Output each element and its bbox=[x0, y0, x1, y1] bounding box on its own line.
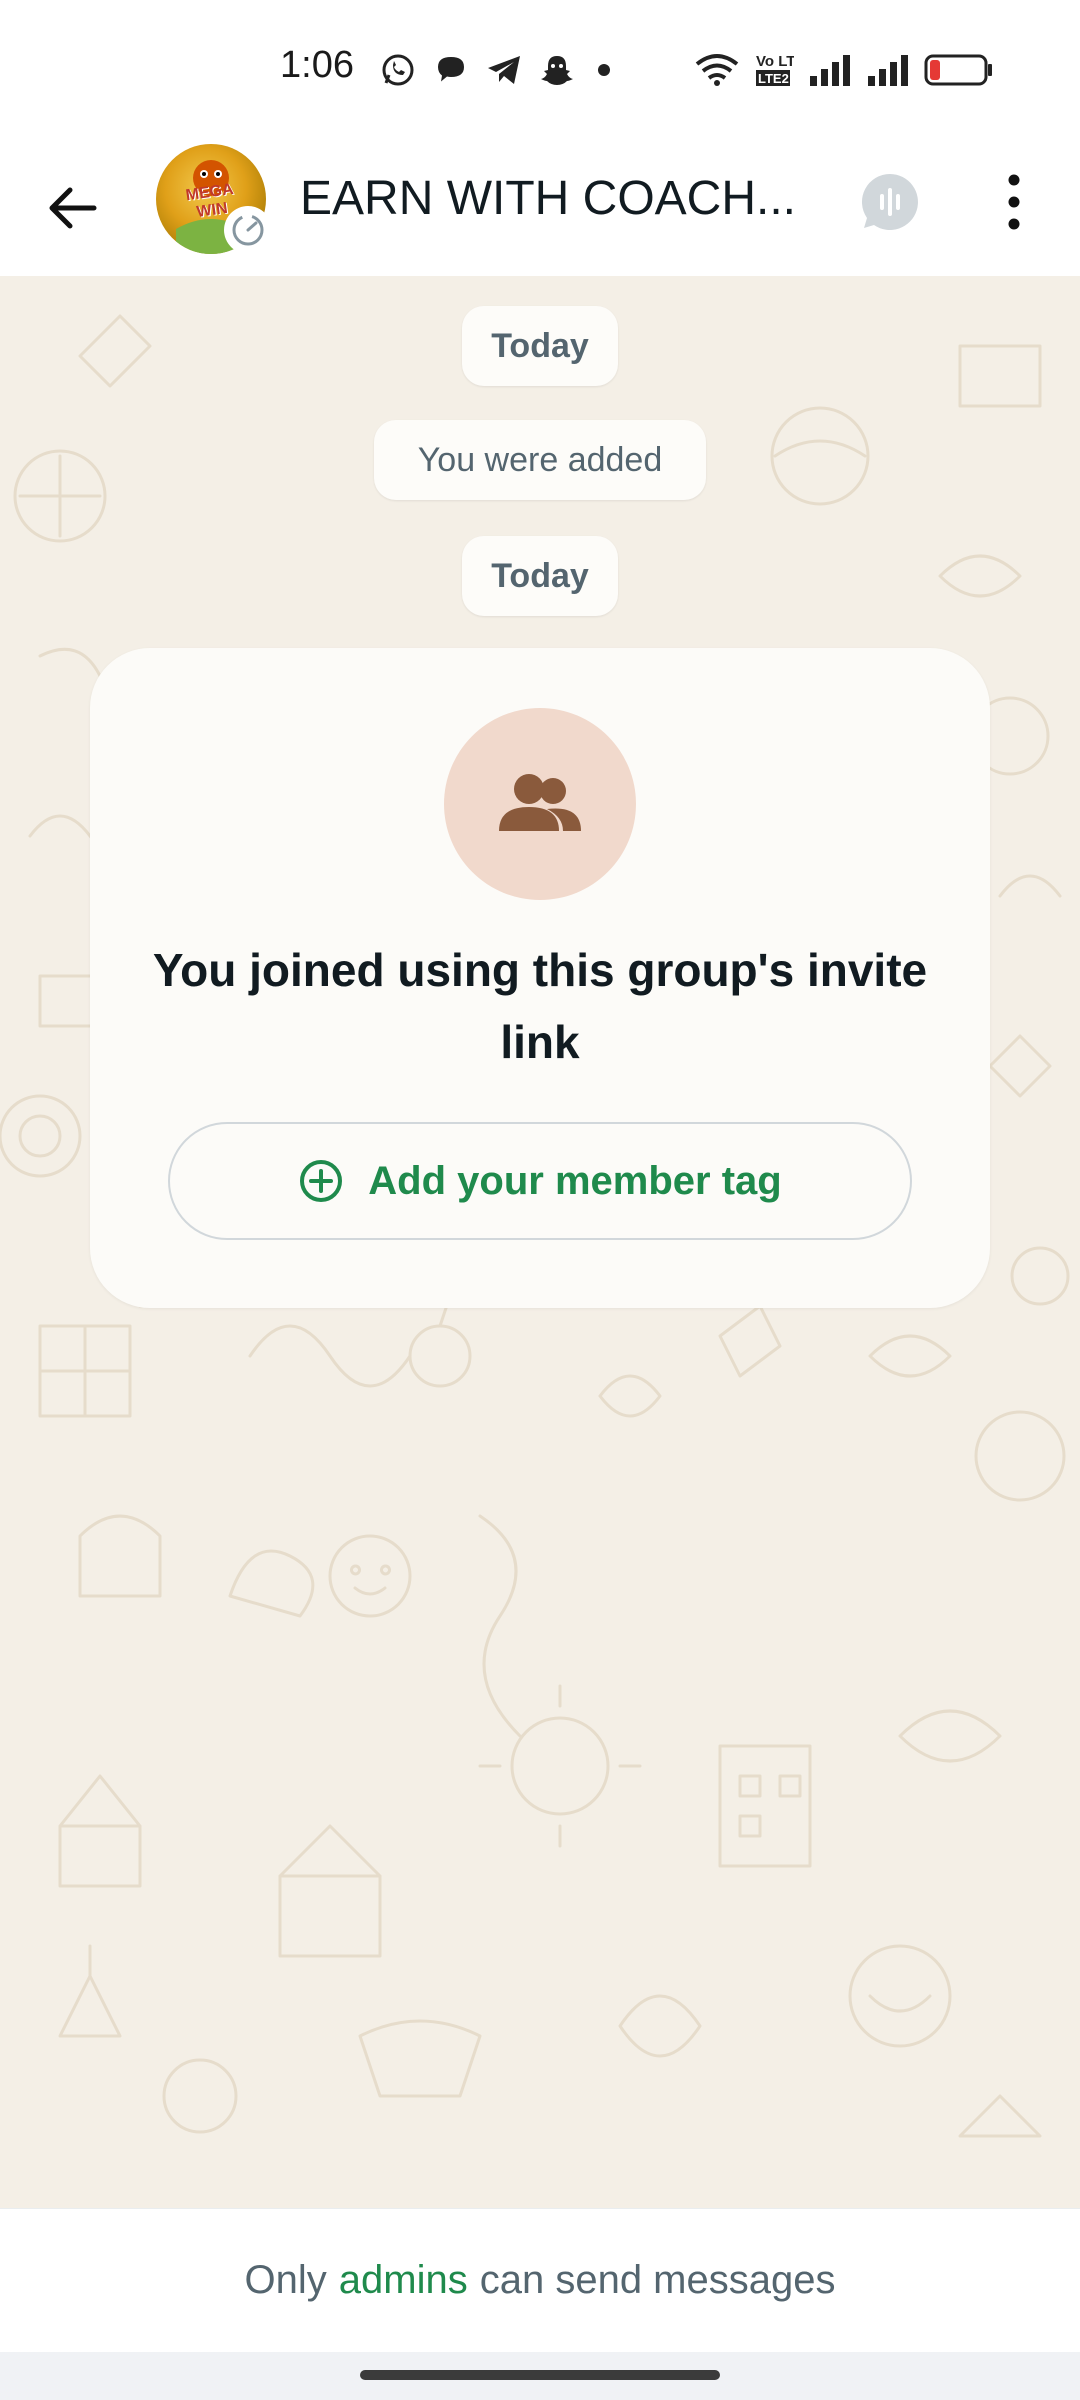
notice-suffix: can send messages bbox=[479, 2258, 836, 2302]
home-indicator[interactable] bbox=[360, 2370, 720, 2380]
invite-link-card: You joined using this group's invite lin… bbox=[90, 648, 990, 1308]
disappearing-timer-icon bbox=[232, 214, 264, 246]
more-options-button[interactable] bbox=[974, 162, 1054, 242]
telegram-icon bbox=[488, 56, 520, 84]
more-vertical-icon bbox=[1008, 174, 1020, 230]
notice-prefix: Only bbox=[244, 2258, 327, 2302]
snapchat-icon bbox=[541, 56, 573, 85]
avatar-badge bbox=[224, 206, 272, 254]
dot-icon bbox=[598, 64, 610, 76]
chat-area[interactable]: Today You were added Today You joined us… bbox=[0, 276, 1080, 2208]
arrow-left-icon bbox=[49, 187, 97, 229]
signal-icon bbox=[868, 55, 908, 86]
voice-chat-icon bbox=[861, 173, 918, 230]
plus-circle-icon bbox=[300, 1160, 343, 1202]
group-icon-circle bbox=[444, 708, 636, 900]
system-message-added: You were added bbox=[374, 420, 706, 500]
back-button[interactable] bbox=[32, 168, 112, 248]
admins-link[interactable]: admins bbox=[339, 2258, 468, 2303]
volte-label: Vo LTE2 bbox=[756, 53, 794, 70]
date-divider: Today bbox=[462, 306, 618, 386]
add-member-tag-label: Add your member tag bbox=[368, 1158, 782, 1203]
invite-message-text: You joined using this group's invite lin… bbox=[152, 944, 928, 1068]
voice-chat-button[interactable] bbox=[850, 162, 930, 242]
gesture-nav-area bbox=[0, 2352, 1080, 2400]
chat-title[interactable]: EARN WITH COACH... bbox=[300, 164, 800, 234]
notification-icons bbox=[380, 50, 616, 90]
add-member-tag-button[interactable]: Add your member tag bbox=[168, 1122, 912, 1240]
system-icons: Vo LTE2 LTE2 bbox=[694, 48, 994, 92]
chat-header: MEGA WIN EARN WITH COACH... bbox=[0, 140, 1080, 276]
status-time: 1:06 bbox=[280, 44, 354, 86]
volte-icon: Vo LTE2 LTE2 bbox=[756, 53, 794, 86]
group-icon bbox=[499, 774, 581, 831]
chat-bubble-icon bbox=[438, 57, 464, 82]
date-divider: Today bbox=[462, 536, 618, 616]
battery-icon bbox=[924, 54, 992, 86]
svg-text:LTE2: LTE2 bbox=[758, 71, 789, 86]
whatsapp-icon bbox=[382, 54, 414, 86]
signal-icon bbox=[810, 55, 850, 86]
admin-only-notice: Only admins can send messages bbox=[0, 2208, 1080, 2352]
status-bar: 1:06 Vo LTE2 LTE2 bbox=[0, 0, 1080, 140]
wifi-icon bbox=[695, 54, 739, 86]
